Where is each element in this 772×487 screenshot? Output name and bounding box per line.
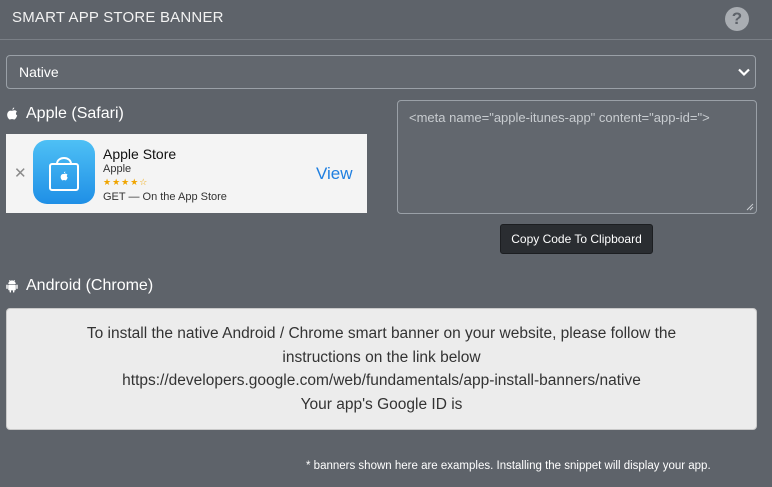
chevron-down-icon (738, 68, 750, 77)
instructions-url: https://developers.google.com/web/fundam… (122, 372, 641, 389)
apple-section-label: Apple (Safari) (26, 105, 124, 122)
app-name: Apple Store (103, 146, 177, 162)
instructions-line: To install the native Android / Chrome s… (86, 325, 677, 342)
copy-code-button[interactable]: Copy Code To Clipboard (500, 224, 653, 254)
apple-code-text: <meta name="apple-itunes-app" content="a… (409, 110, 710, 125)
instructions-line: instructions on the link below (282, 348, 481, 366)
footnote: * banners shown here are examples. Insta… (306, 460, 711, 472)
resize-grip-icon[interactable] (746, 203, 754, 211)
banner-type-select-value: Native (19, 64, 59, 80)
panel-header: SMART APP STORE BANNER ? (0, 0, 772, 40)
apple-logo-icon (7, 107, 18, 120)
banner-type-select[interactable]: Native (6, 55, 756, 89)
panel-title: SMART APP STORE BANNER (12, 9, 224, 26)
apple-code-textarea[interactable]: <meta name="apple-itunes-app" content="a… (397, 100, 757, 214)
app-store-icon (33, 140, 95, 204)
view-link[interactable]: View (316, 164, 353, 184)
apple-smart-banner-preview: ✕ Apple Store Apple ★★★★☆ GET — On the A… (6, 134, 367, 213)
android-logo-icon (6, 279, 18, 293)
android-section-label: Android (Chrome) (26, 277, 154, 294)
android-instructions-box: To install the native Android / Chrome s… (6, 308, 757, 430)
question-circle-icon[interactable]: ? (725, 7, 749, 31)
star-rating-icon: ★★★★☆ (103, 177, 149, 187)
close-icon[interactable]: ✕ (14, 164, 27, 182)
shopping-bag-icon (49, 157, 79, 191)
google-id-line: Your app's Google ID is (300, 395, 463, 413)
app-get-text: GET — On the App Store (103, 191, 227, 203)
app-developer: Apple (103, 163, 132, 175)
